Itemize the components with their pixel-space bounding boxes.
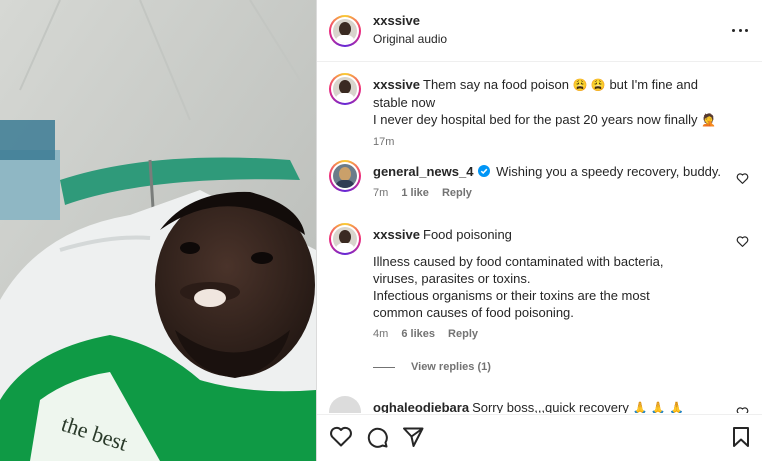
comment-paragraph-2: Infectious organisms or their toxins are… [373, 288, 650, 320]
comment-emoji: 🙏 🙏 🙏 [632, 401, 684, 413]
caption-line-1: Them say na food poison [423, 77, 569, 92]
caption-emoji-1: 😩 😩 [572, 78, 606, 92]
heart-icon[interactable] [736, 172, 749, 185]
more-horizontal-icon[interactable] [732, 22, 748, 38]
action-bar [317, 414, 762, 461]
verified-badge-icon [478, 165, 491, 177]
commenter-avatar[interactable] [329, 160, 361, 192]
caption-avatar[interactable] [329, 73, 361, 105]
comment-likes[interactable]: 1 like [401, 187, 429, 199]
comment-username[interactable]: general_news_4 [373, 164, 473, 179]
comment-likes[interactable]: 6 likes [401, 328, 435, 340]
comment-time[interactable]: 4m [373, 328, 388, 340]
caption-emoji-2: 🤦 [701, 113, 717, 127]
reply-button[interactable]: Reply [448, 328, 478, 340]
comment-text: Food poisoning [423, 227, 512, 242]
commenter-avatar[interactable] [329, 396, 361, 413]
commenter-avatar[interactable] [329, 223, 361, 255]
caption-username[interactable]: xxssive [373, 77, 420, 92]
post-media[interactable]: the best [0, 0, 316, 461]
video-frame: the best [0, 0, 316, 461]
view-replies-label: View replies (1) [411, 361, 491, 373]
heart-icon[interactable] [329, 425, 353, 449]
comment-username[interactable]: xxssive [373, 227, 420, 242]
bookmark-icon[interactable] [729, 425, 753, 449]
comments-list: xxssive Them say na food poison 😩 😩 but I… [317, 63, 762, 413]
heart-icon[interactable] [736, 235, 749, 248]
comment-paragraph-1: Illness caused by food contaminated with… [373, 254, 664, 286]
caption-time[interactable]: 17m [373, 136, 394, 148]
view-replies-line [373, 366, 395, 368]
author-avatar[interactable] [329, 15, 361, 47]
post-header: xxssive Original audio [317, 0, 762, 62]
view-replies-button[interactable]: View replies (1) [373, 361, 491, 373]
send-icon[interactable] [401, 425, 425, 449]
comment-time[interactable]: 7m [373, 187, 388, 199]
caption-line-2: I never dey hospital bed for the past 20… [373, 112, 698, 127]
comment-text: Sorry boss,,,quick recovery [472, 400, 629, 413]
reply-button[interactable]: Reply [442, 187, 472, 199]
comment-text: Wishing you a speedy recovery, buddy. [496, 164, 722, 179]
audio-label[interactable]: Original audio [373, 32, 447, 46]
comment-icon[interactable] [365, 425, 389, 449]
post-details-pane: xxssive Original audio xxssive Them say n… [317, 0, 762, 461]
heart-icon[interactable] [736, 406, 749, 413]
author-username[interactable]: xxssive [373, 13, 420, 28]
comment-username[interactable]: oghaleodiebara [373, 400, 469, 413]
